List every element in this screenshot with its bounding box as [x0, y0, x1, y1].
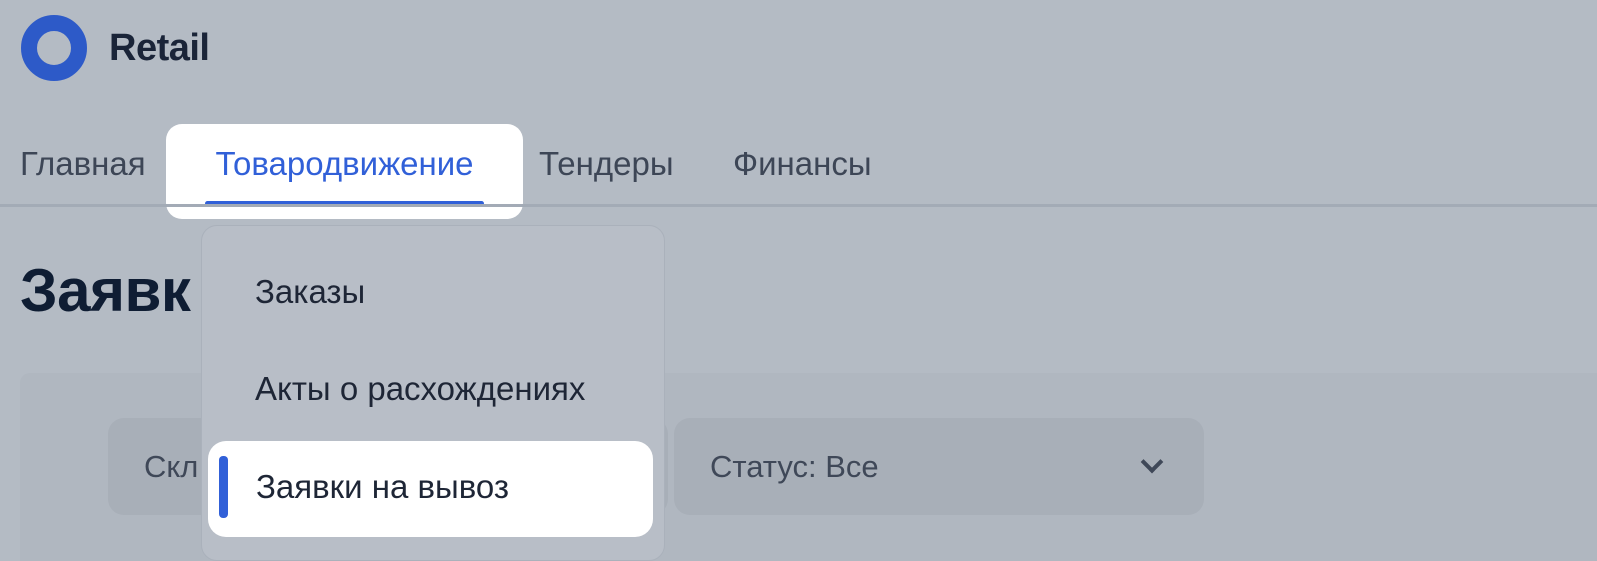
dropdown-item-orders[interactable]: Заказы	[255, 267, 365, 317]
dropdown-item-pickup-requests[interactable]: Заявки на вывоз	[208, 441, 653, 537]
chevron-down-icon	[1140, 450, 1164, 474]
dropdown-item-label: Заявки на вывоз	[256, 468, 509, 505]
status-select[interactable]: Статус: Все	[674, 418, 1204, 515]
warehouse-select-label: Скл	[144, 448, 199, 484]
logo-icon	[21, 15, 87, 81]
nav-item-label: Тендеры	[539, 145, 674, 182]
status-select-label: Статус: Все	[710, 448, 879, 484]
top-navigation: Главная Товародвижение Тендеры Финансы	[0, 124, 1597, 219]
brand[interactable]: Retail	[21, 14, 210, 82]
nav-item-label: Товародвижение	[215, 144, 474, 182]
nav-item-label: Главная	[20, 145, 146, 182]
nav-divider	[0, 204, 1597, 207]
nav-item-finance[interactable]: Финансы	[733, 124, 872, 204]
goods-movement-dropdown: Заказы Акты о расхождениях Заявки на выв…	[201, 225, 665, 561]
page-title: Заявк	[20, 257, 191, 324]
nav-item-label: Финансы	[733, 145, 872, 182]
brand-name: Retail	[109, 26, 210, 69]
nav-item-home[interactable]: Главная	[20, 124, 146, 204]
dropdown-item-discrepancy-acts[interactable]: Акты о расхождениях	[255, 364, 585, 414]
active-item-indicator	[219, 456, 228, 518]
nav-item-tenders[interactable]: Тендеры	[539, 124, 674, 204]
app-page: Retail Главная Товародвижение Тендеры Фи…	[0, 0, 1597, 561]
